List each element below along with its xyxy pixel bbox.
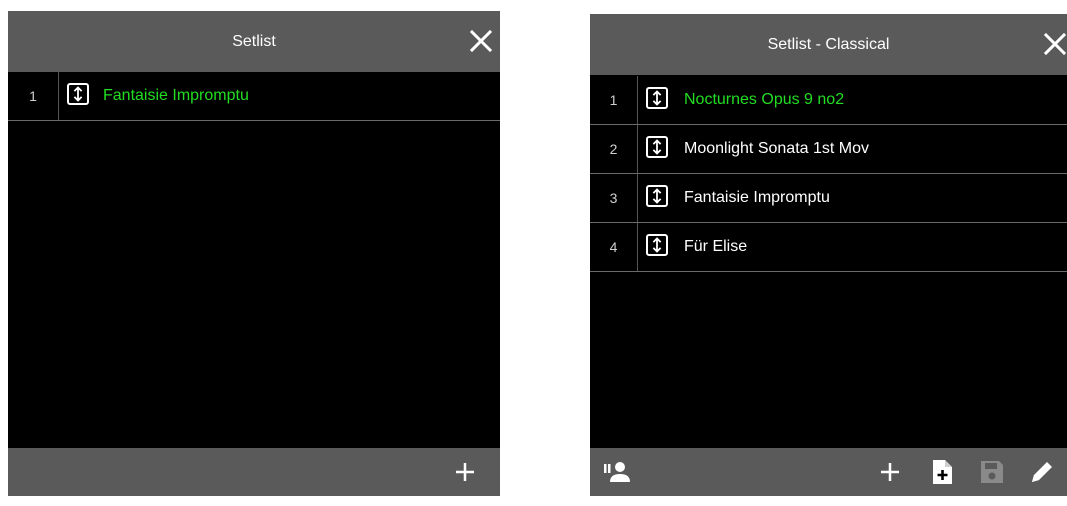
song-title: Moonlight Sonata 1st Mov — [684, 140, 869, 157]
panel-title: Setlist — [232, 33, 276, 50]
row-number: 1 — [590, 76, 638, 124]
row-number: 1 — [8, 72, 59, 120]
panel-footer — [8, 448, 500, 496]
row-number: 3 — [590, 174, 638, 222]
plus-icon[interactable] — [875, 457, 905, 487]
setlist-performer-icon[interactable] — [602, 457, 632, 487]
add-file-icon[interactable] — [927, 457, 957, 487]
panel-header: Setlist - Classical — [590, 14, 1067, 75]
list-item[interactable]: 1 Fantaisie Impromptu — [8, 72, 500, 121]
song-title: Nocturnes Opus 9 no2 — [684, 91, 845, 108]
setlist-panel-right: Setlist - Classical 1 Nocturnes Opus 9 n… — [590, 14, 1067, 496]
close-icon[interactable] — [464, 24, 498, 58]
row-number: 2 — [590, 125, 638, 173]
setlist-list: 1 Nocturnes Opus 9 no2 2 Moonlight Sonat… — [590, 76, 1067, 272]
list-item[interactable]: 4 Für Elise — [590, 223, 1067, 272]
drag-handle-icon[interactable] — [67, 83, 89, 105]
panel-header: Setlist — [8, 11, 500, 72]
drag-handle-icon[interactable] — [646, 185, 668, 207]
edit-pencil-icon[interactable] — [1027, 457, 1057, 487]
close-icon[interactable] — [1038, 27, 1067, 61]
panel-footer — [590, 448, 1067, 496]
setlist-list: 1 Fantaisie Impromptu — [8, 72, 500, 121]
song-title: Fantaisie Impromptu — [103, 87, 249, 104]
drag-handle-icon[interactable] — [646, 234, 668, 256]
setlist-panel-left: Setlist 1 Fantaisie Impromptu — [8, 11, 500, 496]
list-item[interactable]: 3 Fantaisie Impromptu — [590, 174, 1067, 223]
panel-title: Setlist - Classical — [767, 36, 890, 53]
save-icon[interactable] — [977, 457, 1007, 487]
list-item[interactable]: 1 Nocturnes Opus 9 no2 — [590, 76, 1067, 125]
plus-icon[interactable] — [450, 457, 480, 487]
song-title: Für Elise — [684, 238, 748, 255]
drag-handle-icon[interactable] — [646, 87, 668, 109]
song-title: Fantaisie Impromptu — [684, 189, 830, 206]
drag-handle-icon[interactable] — [646, 136, 668, 158]
list-item[interactable]: 2 Moonlight Sonata 1st Mov — [590, 125, 1067, 174]
row-number: 4 — [590, 223, 638, 271]
